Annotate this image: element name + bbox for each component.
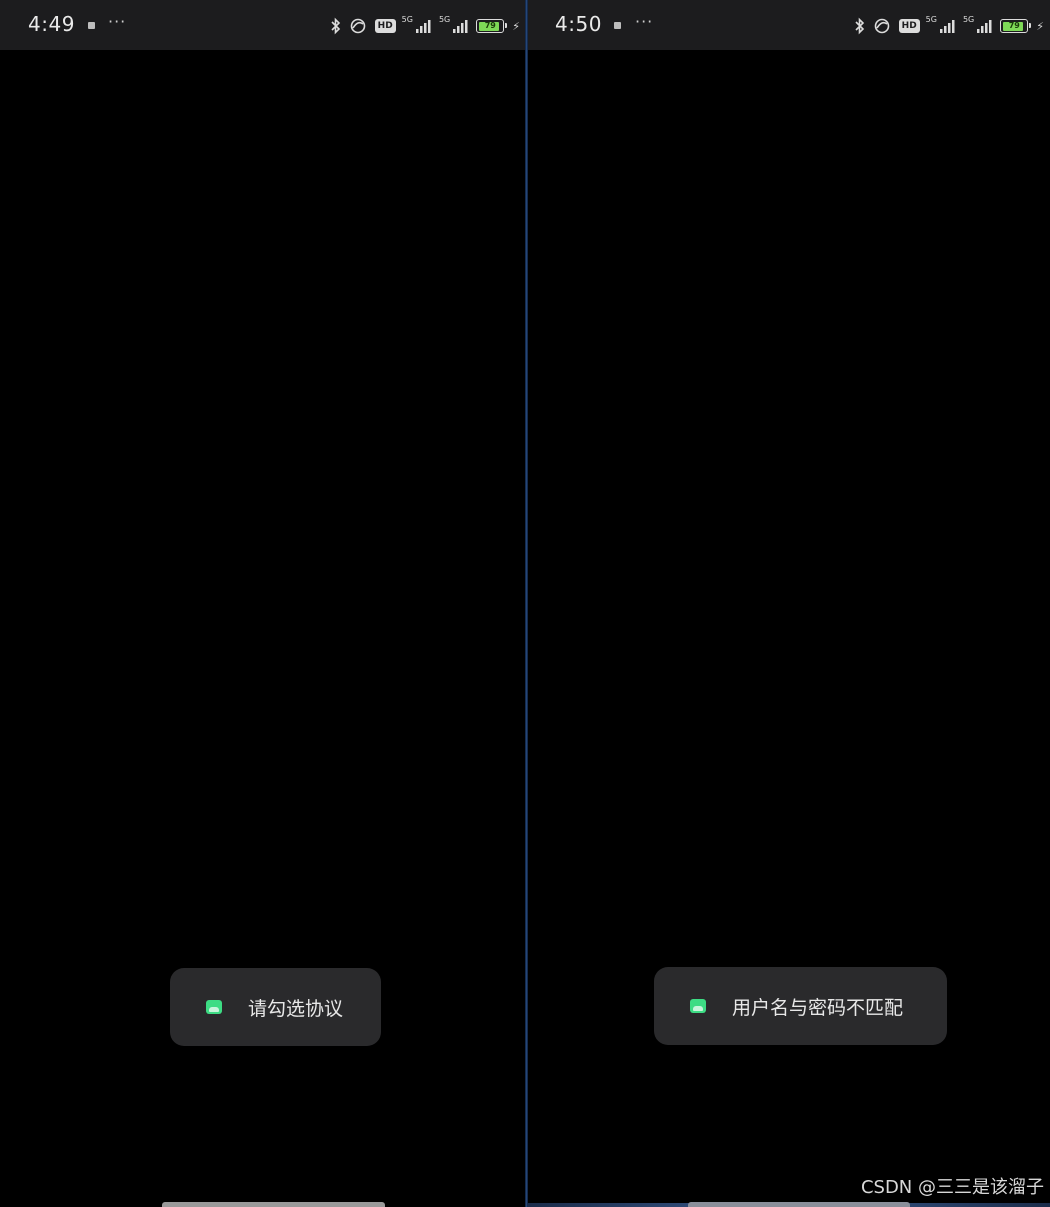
network-type-label: 5G bbox=[962, 15, 975, 24]
hd-voice-icon: HD bbox=[898, 19, 920, 33]
hd-voice-icon: HD bbox=[374, 19, 396, 33]
bluetooth-icon bbox=[855, 17, 864, 35]
gesture-nav-bar[interactable] bbox=[162, 1202, 385, 1207]
link-icon bbox=[350, 18, 365, 34]
status-time: 4:50 bbox=[555, 12, 602, 36]
toast-notification: 请勾选协议 bbox=[170, 968, 381, 1046]
notification-icon bbox=[614, 22, 621, 29]
phone-screen-right: 4:50 ··· HD 5G 5G 79 ⚡ 用户名与密码不匹配 bbox=[528, 0, 1050, 1207]
watermark: CSDN @三三是该溜子 bbox=[860, 1177, 1044, 1198]
toast-notification: 用户名与密码不匹配 bbox=[654, 967, 947, 1045]
more-notifications-icon: ··· bbox=[635, 12, 654, 31]
battery-level: 79 bbox=[484, 21, 496, 30]
gesture-nav-bar[interactable] bbox=[688, 1202, 910, 1207]
more-notifications-icon: ··· bbox=[108, 12, 127, 31]
network-type-label: 5G bbox=[438, 15, 451, 24]
status-icons: HD 5G 5G 79 ⚡ bbox=[854, 14, 1044, 38]
phone-screen-left: 4:49 ··· HD 5G 5G 79 ⚡ 请勾选协议 bbox=[0, 0, 526, 1207]
bluetooth-icon bbox=[331, 17, 340, 35]
status-bar: 4:49 ··· HD 5G 5G 79 ⚡ bbox=[0, 0, 526, 50]
status-bar: 4:50 ··· HD 5G 5G 79 ⚡ bbox=[528, 0, 1050, 50]
battery-icon: 79 bbox=[1000, 19, 1032, 33]
status-time: 4:49 bbox=[28, 12, 75, 36]
network-type-label: 5G bbox=[925, 15, 937, 24]
signal-icon bbox=[415, 20, 431, 33]
charging-icon: ⚡ bbox=[1036, 19, 1044, 33]
charging-icon: ⚡ bbox=[512, 19, 520, 33]
toast-message: 请勾选协议 bbox=[248, 997, 344, 1020]
app-icon bbox=[206, 1000, 222, 1014]
battery-level: 79 bbox=[1008, 21, 1020, 30]
network-type-label: 5G bbox=[401, 15, 413, 24]
signal-icon bbox=[939, 20, 955, 33]
app-icon bbox=[690, 999, 706, 1013]
signal-icon bbox=[977, 20, 992, 33]
link-icon bbox=[874, 18, 889, 34]
toast-message: 用户名与密码不匹配 bbox=[732, 996, 904, 1019]
battery-icon: 79 bbox=[476, 19, 508, 33]
status-icons: HD 5G 5G 79 ⚡ bbox=[330, 14, 520, 38]
signal-icon bbox=[453, 20, 468, 33]
notification-icon bbox=[88, 22, 95, 29]
